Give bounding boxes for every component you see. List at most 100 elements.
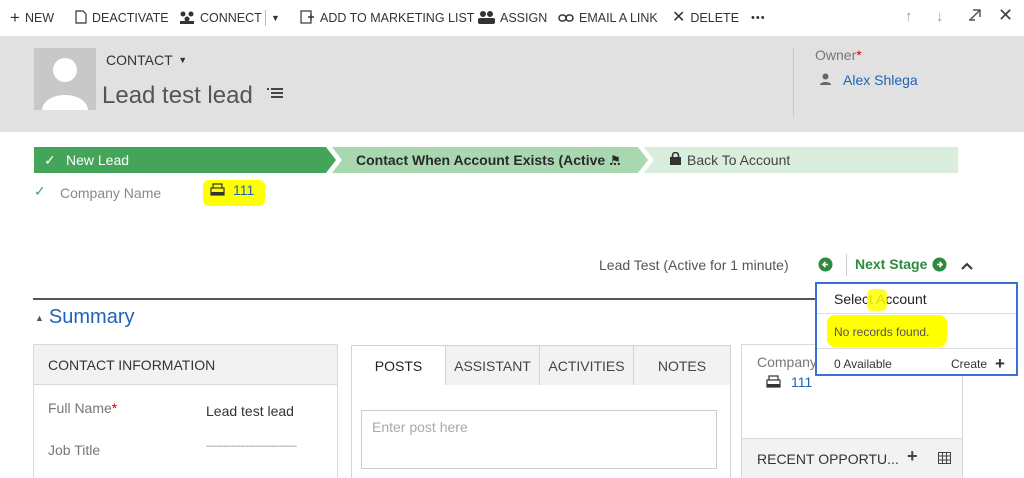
entity-label: CONTACT [106, 52, 173, 68]
company-name-label: Company Name [60, 185, 162, 201]
company-label: Company [757, 354, 817, 370]
link-icon [558, 11, 574, 25]
close-icon: ✕ [672, 9, 686, 26]
plus-icon: + [995, 354, 1005, 373]
no-records-message: No records found. [834, 325, 930, 339]
summary-section-header[interactable]: ▲ Summary [35, 306, 135, 329]
account-icon [210, 183, 225, 201]
job-title-label: Job Title [48, 442, 101, 458]
divider [846, 254, 847, 276]
required-mark: * [856, 47, 862, 63]
next-stage-button[interactable]: Next Stage [855, 256, 947, 272]
assign-label: ASSIGN [500, 11, 548, 25]
record-title: Lead test lead [102, 78, 284, 110]
checkmark-icon: ✓ [34, 183, 46, 199]
select-account-lookup-dropdown: Select Account No records found. 0 Avail… [815, 282, 1018, 376]
required-mark: * [111, 400, 118, 416]
owner-field[interactable]: Alex Shlega [820, 72, 918, 88]
previous-stage-button[interactable] [818, 257, 833, 277]
create-label: Create [951, 357, 988, 371]
connect-people-icon [179, 10, 195, 26]
stage-label: New Lead [66, 152, 130, 168]
divider [817, 348, 1016, 349]
separator [265, 10, 266, 26]
contact-information-card: CONTACT INFORMATION Full Name* Lead test… [33, 344, 338, 478]
email-a-link-button[interactable]: EMAIL A LINK [558, 9, 658, 27]
user-icon [820, 72, 831, 88]
close-window-icon[interactable]: ✕ [998, 5, 1013, 26]
process-status: Lead Test (Active for 1 minute) [599, 257, 789, 273]
owner-link[interactable]: Alex Shlega [843, 72, 918, 88]
arrow-right-circle-icon [932, 257, 947, 272]
recent-opportunities-title: RECENT OPPORTU... [757, 451, 899, 467]
arrow-up-icon[interactable]: ↑ [905, 8, 913, 25]
tab-assistant[interactable]: ASSISTANT [445, 345, 540, 385]
new-label: NEW [24, 11, 55, 25]
delete-label: DELETE [690, 11, 740, 25]
job-title-value[interactable]: -------------------------------- [206, 441, 297, 452]
grid-view-icon[interactable] [938, 451, 951, 469]
divider [817, 313, 1016, 314]
document-icon [75, 10, 87, 26]
next-stage-label: Next Stage [855, 256, 928, 272]
create-record-button[interactable]: Create + [951, 354, 1005, 374]
email-a-link-label: EMAIL A LINK [579, 11, 658, 25]
add-opportunity-icon[interactable]: + [907, 446, 918, 467]
delete-button[interactable]: ✕ DELETE [672, 9, 739, 27]
tab-label: ACTIVITIES [548, 357, 625, 374]
full-name-value[interactable]: Lead test lead [206, 403, 294, 419]
more-icon: ••• [751, 12, 766, 24]
company-value[interactable]: 111 [791, 374, 812, 390]
connect-button[interactable]: CONNECT [179, 9, 262, 27]
stage-contact-when-account-exists[interactable]: Contact When Account Exists (Active ... … [332, 147, 648, 173]
stage-new-lead[interactable]: ✓ New Lead [34, 147, 336, 173]
deactivate-label: DEACTIVATE [92, 11, 169, 25]
flag-icon: ⚑ [610, 153, 621, 167]
highlight [867, 289, 887, 311]
recent-opportunities-header: RECENT OPPORTU... + [742, 438, 962, 478]
summary-title: Summary [48, 306, 135, 328]
checkmark-icon: ✓ [44, 151, 56, 168]
command-bar: + NEW DEACTIVATE CONNECT ▼ ADD TO MARKET… [0, 0, 1024, 36]
add-to-marketing-list-button[interactable]: ADD TO MARKETING LIST [300, 9, 474, 27]
tab-notes[interactable]: NOTES [633, 345, 731, 385]
deactivate-button[interactable]: DEACTIVATE [75, 9, 169, 27]
record-menu-icon[interactable] [267, 78, 284, 106]
tab-activities[interactable]: ACTIVITIES [539, 345, 634, 385]
connect-dropdown-button[interactable]: ▼ [271, 9, 280, 27]
entity-selector[interactable]: CONTACT ▼ [106, 52, 187, 68]
assign-people-icon [478, 10, 495, 26]
full-name-label: Full Name* [48, 400, 117, 416]
tab-label: ASSISTANT [454, 357, 531, 374]
company-name-value[interactable]: 111 [233, 182, 254, 198]
assign-button[interactable]: ASSIGN [478, 9, 547, 27]
lock-icon [670, 151, 681, 168]
full-name-label-text: Full Name [48, 400, 112, 416]
record-title-text: Lead test lead [102, 82, 253, 109]
tab-posts[interactable]: POSTS [351, 345, 446, 385]
chevron-down-icon: ▼ [271, 13, 280, 23]
account-icon [766, 375, 781, 393]
tab-label: POSTS [374, 357, 423, 374]
stage-back-to-account[interactable]: Back To Account [644, 147, 958, 173]
divider [793, 47, 794, 117]
collapse-triangle-icon: ▲ [35, 312, 44, 323]
stage-label: Back To Account [687, 152, 791, 168]
avatar[interactable] [34, 48, 96, 110]
add-to-marketing-list-label: ADD TO MARKETING LIST [320, 11, 475, 25]
plus-icon: + [10, 8, 20, 27]
marketing-list-icon [300, 10, 315, 26]
stage-label: Contact When Account Exists (Active ... [356, 152, 621, 168]
arrow-down-icon[interactable]: ↓ [936, 8, 944, 25]
post-input[interactable]: Enter post here [361, 410, 717, 469]
new-button[interactable]: + NEW [10, 9, 54, 27]
post-placeholder: Enter post here [372, 419, 468, 435]
owner-label-text: Owner [815, 47, 857, 63]
owner-label: Owner* [815, 47, 862, 63]
collapse-process-button[interactable] [961, 258, 973, 276]
more-commands-button[interactable]: ••• [751, 9, 766, 27]
chevron-down-icon: ▼ [178, 55, 188, 65]
available-count: 0 Available [834, 357, 892, 371]
pop-out-icon[interactable] [968, 8, 982, 26]
contact-information-title: CONTACT INFORMATION [48, 357, 216, 373]
